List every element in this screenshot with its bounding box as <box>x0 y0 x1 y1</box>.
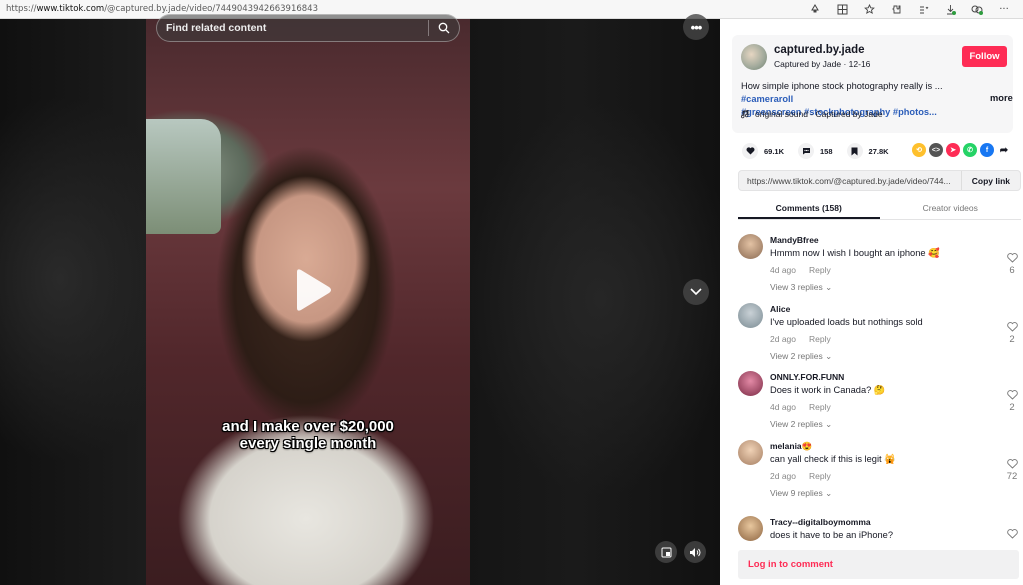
view-replies-button[interactable]: View 9 replies ⌄ <box>770 488 832 499</box>
url-text[interactable]: https://www.tiktok.com/@captured.by.jade… <box>0 4 808 14</box>
comment-meta: 2d ago Reply <box>770 471 831 481</box>
commenter-avatar[interactable] <box>738 303 763 328</box>
bookmark-icon[interactable] <box>846 143 863 159</box>
comment-age: 4d ago <box>770 265 796 275</box>
video-stage <box>0 19 720 585</box>
app-grid-icon[interactable] <box>835 2 849 16</box>
comment-stat[interactable]: 158 <box>798 143 833 159</box>
comment-text: Does it work in Canada? 🤔 <box>770 385 886 395</box>
reply-button[interactable]: Reply <box>809 334 831 344</box>
comment-username[interactable]: MandyBfree <box>770 235 819 245</box>
comment-count: 158 <box>820 146 833 156</box>
comment-text: can yall check if this is legit 🙀 <box>770 454 896 464</box>
creator-avatar[interactable] <box>741 44 767 70</box>
send-to-friends-icon[interactable]: ➤ <box>946 143 960 157</box>
repost-icon[interactable]: ⟲ <box>912 143 926 157</box>
downloads-icon[interactable] <box>943 2 957 16</box>
browser-address-bar[interactable]: https://www.tiktok.com/@captured.by.jade… <box>0 0 1023 19</box>
comment-text: does it have to be an iPhone? <box>770 530 894 540</box>
save-count: 27.8K <box>868 146 889 156</box>
browser-menu-icon[interactable]: ··· <box>997 2 1011 16</box>
comment-username[interactable]: ONNLY.FOR.FUNN <box>770 372 844 382</box>
commenter-avatar[interactable] <box>738 371 763 396</box>
next-video-chevron-down-icon[interactable] <box>683 279 709 305</box>
comment-heart-icon[interactable] <box>1005 526 1019 544</box>
heart-icon[interactable] <box>742 143 758 159</box>
facebook-icon[interactable]: f <box>980 143 994 157</box>
favorite-star-icon[interactable] <box>862 2 876 16</box>
sound-name: original sound - Captured by Jade <box>755 109 883 119</box>
right-panel: captured.by.jade Captured by Jade · 12-1… <box>720 19 1023 585</box>
share-buttons: ⟲ <> ➤ ✆ f ➦ <box>912 143 1011 157</box>
view-replies-button[interactable]: View 3 replies ⌄ <box>770 282 832 293</box>
caption-line-1: and I make over $20,000 <box>222 418 394 435</box>
car-window <box>146 119 221 234</box>
engagement-stats: 69.1K 158 27.8K <box>742 143 903 159</box>
hashtag-cameraroll[interactable]: #cameraroll <box>741 94 793 104</box>
share-link-text[interactable]: https://www.tiktok.com/@captured.by.jade… <box>739 176 961 186</box>
creator-subline: Captured by Jade · 12-16 <box>774 59 871 69</box>
save-stat[interactable]: 27.8K <box>846 143 889 159</box>
comment-username[interactable]: Alice <box>770 304 790 314</box>
comment-list: MandyBfree Hmmm now I wish I bought an i… <box>720 231 1023 546</box>
caption-line-2: every single month <box>239 435 377 452</box>
reply-button[interactable]: Reply <box>809 402 831 412</box>
comment-meta: 4d ago Reply <box>770 265 831 275</box>
sound-link[interactable]: original sound - Captured by Jade <box>741 109 883 119</box>
view-replies-button[interactable]: View 2 replies ⌄ <box>770 351 832 362</box>
comment-like-count: 72 <box>1006 471 1018 482</box>
reply-button[interactable]: Reply <box>809 265 831 275</box>
follow-button[interactable]: Follow <box>962 46 1007 67</box>
commenter-avatar[interactable] <box>738 234 763 259</box>
volume-icon[interactable] <box>684 541 706 563</box>
extensions-icon[interactable] <box>889 2 903 16</box>
description-more-button[interactable]: more <box>990 93 1013 103</box>
comment-text: I've uploaded loads but nothings sold <box>770 317 923 327</box>
play-icon[interactable] <box>293 268 333 312</box>
copilot-icon[interactable] <box>970 2 984 16</box>
description-text: How simple iphone stock photography real… <box>741 81 943 91</box>
creator-username[interactable]: captured.by.jade <box>774 44 865 56</box>
commenter-avatar[interactable] <box>738 516 763 541</box>
share-link-box: https://www.tiktok.com/@captured.by.jade… <box>738 170 1021 191</box>
search-placeholder[interactable]: Find related content <box>157 22 428 34</box>
copy-link-button[interactable]: Copy link <box>960 171 1020 190</box>
comment-bubble-icon[interactable] <box>798 143 815 159</box>
whatsapp-icon[interactable]: ✆ <box>963 143 977 157</box>
music-note-icon <box>741 109 749 118</box>
commenter-avatar[interactable] <box>738 440 763 465</box>
comment-username[interactable]: melania😍 <box>770 441 812 452</box>
picture-in-picture-icon[interactable] <box>655 541 677 563</box>
favorites-list-icon[interactable] <box>916 2 930 16</box>
comment-age: 4d ago <box>770 402 796 412</box>
comment-like-count: 6 <box>1009 265 1015 276</box>
embed-code-icon[interactable]: <> <box>929 143 943 157</box>
comment-username[interactable]: Tracy--digitalboymomma <box>770 517 871 527</box>
post-info-card: captured.by.jade Captured by Jade · 12-1… <box>732 35 1013 133</box>
related-search-bar[interactable]: Find related content <box>156 14 460 42</box>
like-count: 69.1K <box>764 146 785 156</box>
tab-comments[interactable]: Comments (158) <box>738 200 880 219</box>
like-stat[interactable]: 69.1K <box>742 143 784 159</box>
tab-creator-videos[interactable]: Creator videos <box>880 200 1022 219</box>
video-caption: and I make over $20,000 every single mon… <box>146 418 470 452</box>
comment-age: 2d ago <box>770 471 796 481</box>
view-replies-button[interactable]: View 2 replies ⌄ <box>770 419 832 430</box>
search-icon[interactable] <box>429 22 459 34</box>
panel-tabs: Comments (158) Creator videos <box>738 200 1021 220</box>
comment-like-count: 2 <box>1009 402 1015 413</box>
comment-meta: 4d ago Reply <box>770 402 831 412</box>
comment-like-count: 2 <box>1009 334 1015 345</box>
login-to-comment-button[interactable]: Log in to comment <box>738 550 1019 579</box>
comment-meta: 2d ago Reply <box>770 334 831 344</box>
share-arrow-icon[interactable]: ➦ <box>997 143 1011 157</box>
reply-button[interactable]: Reply <box>809 471 831 481</box>
read-aloud-icon[interactable] <box>808 2 822 16</box>
more-options-icon[interactable]: ••• <box>683 14 709 40</box>
comment-age: 2d ago <box>770 334 796 344</box>
comment-text: Hmmm now I wish I bought an iphone 🥰 <box>770 248 940 258</box>
